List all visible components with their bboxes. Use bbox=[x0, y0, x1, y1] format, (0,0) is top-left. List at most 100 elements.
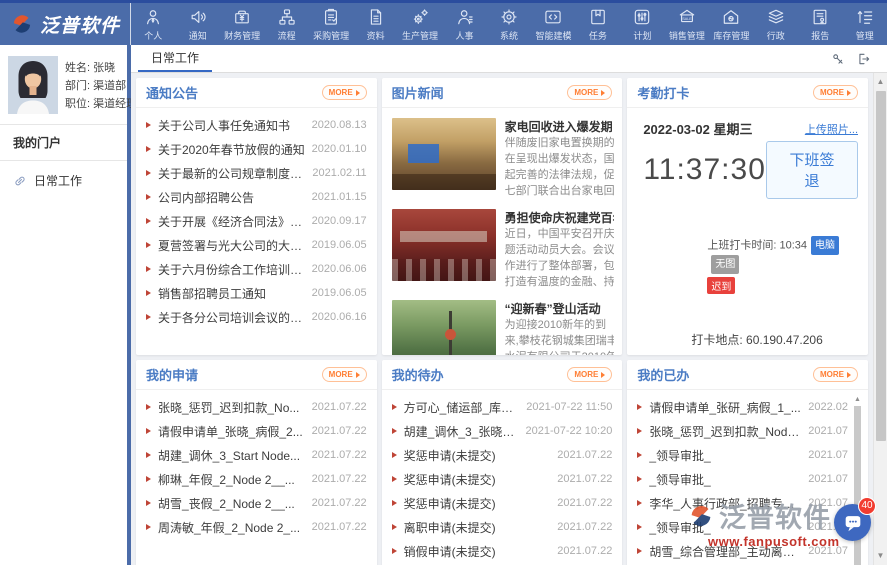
more-arrow-icon bbox=[356, 90, 360, 96]
bullet-icon bbox=[146, 266, 151, 272]
list-item[interactable]: 销假申请(未提交) 2021.07.22 bbox=[392, 539, 613, 563]
scroll-up-icon[interactable]: ▲ bbox=[877, 73, 885, 91]
list-item[interactable]: 夏营签署与光大公司的大订单，... 2019.06.05 bbox=[146, 233, 367, 257]
sign-out-button[interactable]: 下班签退 bbox=[766, 141, 858, 199]
more-button[interactable]: MORE bbox=[813, 367, 858, 382]
logout-icon[interactable] bbox=[857, 52, 871, 66]
bullet-icon bbox=[637, 500, 642, 506]
sidebar-item-daily-work[interactable]: 日常工作 bbox=[0, 161, 127, 200]
bullet-icon bbox=[146, 428, 151, 434]
news-item[interactable]: “迎新春”登山活动 为迎接2010新年的到 来,攀枝花钢城集团瑞丰 水泥有限公司… bbox=[392, 294, 615, 355]
gears-icon bbox=[410, 7, 430, 27]
key-icon[interactable] bbox=[831, 52, 845, 66]
list-item[interactable]: 奖惩申请(未提交) 2021.07.22 bbox=[392, 491, 613, 515]
user-profile: 姓名: 张晓 部门: 渠道部 职位: 渠道经理 bbox=[0, 45, 127, 124]
nav-item-label: 行政 bbox=[767, 29, 785, 42]
nav-item-label: 流程 bbox=[278, 29, 296, 42]
tab-bar: 日常工作 bbox=[131, 45, 887, 73]
nav-item[interactable]: 个人 bbox=[131, 3, 175, 45]
cash-box-icon bbox=[232, 7, 252, 27]
clock-time: 11:37:30 bbox=[643, 153, 766, 187]
news-title: 家电回收进入爆发期 家电 bbox=[505, 118, 615, 135]
nav-item[interactable]: 报告 bbox=[798, 3, 842, 45]
nav-item[interactable]: 智能建模 bbox=[531, 3, 575, 45]
nav-item[interactable]: 行政 bbox=[754, 3, 798, 45]
list-item[interactable]: _领导审批_ 2021.07 bbox=[637, 515, 848, 539]
list-item[interactable]: 胡雪_综合管理部_主动离职... 2021.07 bbox=[637, 539, 848, 563]
list-item[interactable]: _领导审批_ 2021.07 bbox=[637, 443, 848, 467]
more-arrow-icon bbox=[847, 90, 851, 96]
app-logo[interactable]: 泛普软件 bbox=[0, 3, 131, 45]
list-item[interactable]: 李华_人事行政部_招聘专员... 2021.07 bbox=[637, 491, 848, 515]
list-item[interactable]: 胡建_调休_3_Start Node... 2021.07.22 bbox=[146, 443, 367, 467]
nav-item[interactable]: 通知 bbox=[175, 3, 219, 45]
nav-item[interactable]: 生产管理 bbox=[398, 3, 442, 45]
news-list: 家电回收进入爆发期 家电 伴随废旧家电置换期的到来 在呈现出爆发状态，国家 起完… bbox=[382, 108, 623, 355]
nav-item[interactable]: 管理 bbox=[843, 3, 887, 45]
list-item[interactable]: 关于开展《经济合同法》的相关... 2020.09.17 bbox=[146, 209, 367, 233]
nav-item[interactable]: 流程 bbox=[264, 3, 308, 45]
list-item[interactable]: 周涛敏_年假_2_Node 2_... 2021.07.22 bbox=[146, 515, 367, 539]
news-item[interactable]: 家电回收进入爆发期 家电 伴随废旧家电置换期的到来 在呈现出爆发状态，国家 起完… bbox=[392, 112, 615, 203]
scrollbar-thumb[interactable] bbox=[854, 406, 861, 565]
scroll-up-icon[interactable]: ▲ bbox=[854, 396, 861, 404]
list-item[interactable]: 关于六月份综合工作培训内容及... 2020.06.06 bbox=[146, 257, 367, 281]
more-button[interactable]: MORE bbox=[322, 85, 367, 100]
more-button[interactable]: MORE bbox=[813, 85, 858, 100]
list-item[interactable]: 关于公司人事任免通知书 2020.08.13 bbox=[146, 113, 367, 137]
list-item[interactable]: 张晓_惩罚_迟到扣款_Node... 2021.07 bbox=[637, 419, 848, 443]
bullet-icon bbox=[392, 476, 397, 482]
upload-photo-link[interactable]: 上传照片... bbox=[805, 121, 858, 137]
panel-notices-header: 通知公告 MORE bbox=[136, 78, 377, 108]
panel-todo: 我的待办 MORE 方可心_储运部_库管员_晋... 2021-07-22 11… bbox=[382, 360, 623, 565]
list-item[interactable]: 关于2020年春节放假的通知 2020.01.10 bbox=[146, 137, 367, 161]
chat-button[interactable]: 40 bbox=[834, 504, 871, 541]
panel-applications-header: 我的申请 MORE bbox=[136, 360, 377, 390]
list-item[interactable]: 关于最新的公司规章制度细节通知 2021.02.11 bbox=[146, 161, 367, 185]
scroll-down-icon[interactable]: ▼ bbox=[877, 547, 885, 565]
list-item[interactable]: 请假申请单_张研_病假_1_... 2022.02 bbox=[637, 395, 848, 419]
panel-title: 我的申请 bbox=[146, 365, 198, 384]
list-item[interactable]: 张晓_惩罚_迟到扣款_No... 2021.07.22 bbox=[146, 395, 367, 419]
list-item[interactable]: 奖惩申请(未提交) 2021.07.22 bbox=[392, 443, 613, 467]
nav-item[interactable]: 任务 bbox=[576, 3, 620, 45]
nav-item-label: 采购管理 bbox=[313, 29, 349, 42]
list-item[interactable]: 离职申请(未提交) 2021.07.22 bbox=[392, 515, 613, 539]
news-item[interactable]: 勇担使命庆祝建党百年，中 近日，中国平安召开庆祝中 题活动动员大会。会议对 作进… bbox=[392, 203, 615, 294]
list-item[interactable]: 公司内部招聘公告 2021.01.15 bbox=[146, 185, 367, 209]
nav-item[interactable]: 资料 bbox=[353, 3, 397, 45]
bullet-icon bbox=[146, 122, 151, 128]
nav-item[interactable]: 系统 bbox=[487, 3, 531, 45]
list-item[interactable]: 关于各分公司培训会议的通知 2020.06.16 bbox=[146, 305, 367, 329]
nav-item[interactable]: 计划 bbox=[620, 3, 664, 45]
more-button[interactable]: MORE bbox=[322, 367, 367, 382]
more-arrow-icon bbox=[356, 372, 360, 378]
clipboard-icon bbox=[321, 7, 341, 27]
more-button[interactable]: MORE bbox=[567, 367, 612, 382]
bullet-icon bbox=[637, 548, 642, 554]
more-button[interactable]: MORE bbox=[567, 85, 612, 100]
panel-done: 我的已办 MORE 请假申请单_张研_病假_1_... 2022.02 bbox=[627, 360, 868, 565]
nav-item[interactable]: 人事 bbox=[442, 3, 486, 45]
nav-item[interactable]: 库存管理 bbox=[709, 3, 753, 45]
notices-list: 关于公司人事任免通知书 2020.08.13 关于2020年春节放假的通知 20… bbox=[136, 108, 377, 329]
main-scrollbar[interactable]: ▲ ▼ bbox=[873, 73, 887, 565]
list-item[interactable]: 胡建_调休_3_张晓_退回 2021-07-22 10:20 bbox=[392, 419, 613, 443]
tab-daily-work[interactable]: 日常工作 bbox=[138, 45, 212, 72]
list-item[interactable]: 奖惩申请(未提交) 2021.07.22 bbox=[392, 467, 613, 491]
nav-item[interactable]: 采购管理 bbox=[309, 3, 353, 45]
bullet-icon bbox=[637, 428, 642, 434]
list-item[interactable]: 请假申请单_张晓_病假_2... 2021.07.22 bbox=[146, 419, 367, 443]
checkin-location: 打卡地点: 60.190.47.206 bbox=[691, 331, 858, 348]
nav-item[interactable]: SALE 销售管理 bbox=[665, 3, 709, 45]
list-item[interactable]: _领导审批_ 2021.07 bbox=[637, 467, 848, 491]
list-item[interactable]: 柳琳_年假_2_Node 2__... 2021.07.22 bbox=[146, 467, 367, 491]
done-list: 请假申请单_张研_病假_1_... 2022.02 张晓_惩罚_迟到扣款_Nod… bbox=[627, 390, 868, 563]
list-item[interactable]: 方可心_储运部_库管员_晋... 2021-07-22 11:50 bbox=[392, 395, 613, 419]
list-item[interactable]: 销售部招聘员工通知 2019.06.05 bbox=[146, 281, 367, 305]
bullet-icon bbox=[146, 476, 151, 482]
list-item[interactable]: 胡雪_丧假_2_Node 2__... 2021.07.22 bbox=[146, 491, 367, 515]
nav-item[interactable]: 财务管理 bbox=[220, 3, 264, 45]
scrollbar-thumb[interactable] bbox=[876, 91, 886, 441]
layers-icon bbox=[766, 7, 786, 27]
